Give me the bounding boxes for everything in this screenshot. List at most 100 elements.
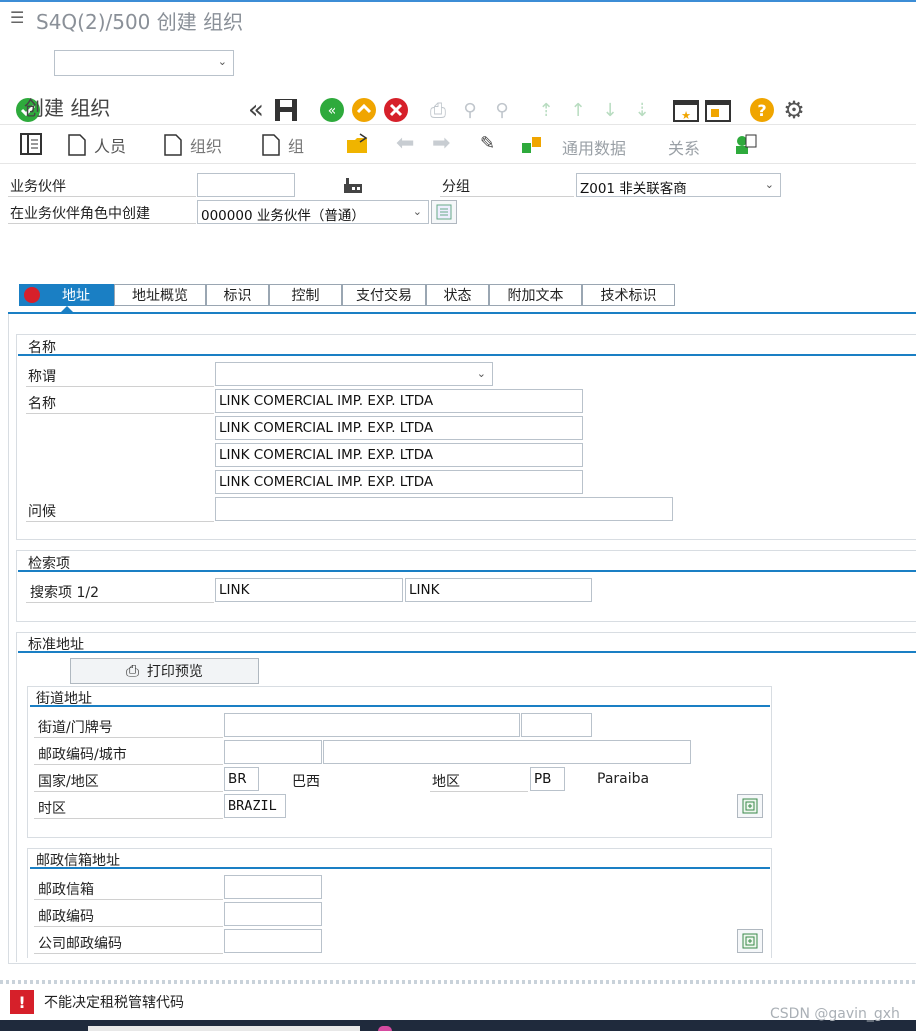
company-postal-code-field[interactable] xyxy=(224,929,322,953)
status-message[interactable]: 不能决定租税管辖代码 xyxy=(44,992,184,1012)
relations-button[interactable]: 关系 xyxy=(668,135,700,159)
chevron-down-icon: ⌄ xyxy=(412,205,422,218)
print-preview-button[interactable]: ⎙ 打印预览 xyxy=(70,658,259,684)
printer-icon: ⎙ xyxy=(126,661,139,680)
po-box-group xyxy=(27,848,772,958)
system-toolbar: ⌄ « « ⎙ ⚲ ⚲ ⇡ ↑ ↓ ⇣ ★ ? ⚙ xyxy=(0,44,916,125)
divider xyxy=(430,791,528,792)
person-button[interactable]: 人员 xyxy=(68,131,126,159)
salutation-select[interactable]: ⌄ xyxy=(215,362,493,386)
command-field[interactable]: ⌄ xyxy=(54,50,234,76)
search-term-1[interactable]: LINK xyxy=(215,578,403,602)
tab-label: 附加文本 xyxy=(507,288,564,304)
role-select[interactable]: 000000 业务伙伴（普通） ⌄ xyxy=(197,200,429,224)
divider xyxy=(34,764,223,765)
section-divider xyxy=(18,651,916,653)
error-icon: ! xyxy=(10,990,34,1014)
chevron-down-icon: ⌄ xyxy=(476,367,486,380)
country-label: 国家/地区 xyxy=(38,774,99,790)
tab-control[interactable]: 控制 xyxy=(269,284,342,306)
arrow-right-icon: ➡ xyxy=(432,131,451,156)
display-change-icon[interactable]: ✎ xyxy=(480,133,495,154)
divider xyxy=(34,818,223,819)
role-label: 在业务伙伴角色中创建 xyxy=(10,206,150,222)
city-field[interactable] xyxy=(323,740,691,764)
document-icon xyxy=(164,134,182,156)
section-divider xyxy=(30,705,770,707)
bp-label: 业务伙伴 xyxy=(10,179,66,195)
name-field-3[interactable]: LINK COMERCIAL IMP. EXP. LTDA xyxy=(215,443,583,467)
tab-status[interactable]: 状态 xyxy=(426,284,489,306)
expand-fields-icon xyxy=(742,798,758,814)
grouping-label: 分组 xyxy=(442,179,470,195)
divider xyxy=(440,196,574,197)
greeting-field[interactable] xyxy=(215,497,673,521)
divider xyxy=(26,386,214,387)
divider xyxy=(34,953,223,954)
role-details-button[interactable] xyxy=(431,200,457,224)
menu-icon[interactable]: ☰ xyxy=(10,8,24,27)
bp-input[interactable] xyxy=(197,173,295,197)
scroll-separator xyxy=(0,980,916,984)
po-postal-code-field[interactable] xyxy=(224,902,322,926)
more-po-box-fields-button[interactable] xyxy=(737,929,763,953)
tab-identification[interactable]: 标识 xyxy=(206,284,269,306)
tab-pointer xyxy=(60,306,74,313)
divider xyxy=(34,791,223,792)
organization-button[interactable]: 组织 xyxy=(164,131,222,159)
greeting-label: 问候 xyxy=(28,504,56,520)
watermark: CSDN @gavin_gxh xyxy=(770,1006,900,1022)
tab-additional-text[interactable]: 附加文本 xyxy=(489,284,582,306)
group-label: 组 xyxy=(288,137,305,156)
user-details-icon[interactable] xyxy=(734,133,758,159)
name-field-4[interactable]: LINK COMERCIAL IMP. EXP. LTDA xyxy=(215,470,583,494)
company-postal-code-label: 公司邮政编码 xyxy=(38,936,122,952)
document-icon xyxy=(262,134,280,156)
divider xyxy=(8,223,196,224)
expand-fields-icon xyxy=(742,933,758,949)
tab-address[interactable]: 地址 xyxy=(19,284,114,306)
more-address-fields-button[interactable] xyxy=(737,794,763,818)
tab-payment[interactable]: 支付交易 xyxy=(342,284,426,306)
group-button[interactable]: 组 xyxy=(262,131,304,159)
screen-layout-icon[interactable] xyxy=(20,133,42,159)
switch-icon[interactable] xyxy=(520,133,544,159)
divider xyxy=(8,196,196,197)
title-bar: ☰ S4Q(2)/500 创建 组织 xyxy=(0,0,916,36)
divider xyxy=(34,737,223,738)
street-field[interactable] xyxy=(224,713,520,737)
tab-address-overview[interactable]: 地址概览 xyxy=(114,284,206,306)
name-field-1[interactable]: LINK COMERCIAL IMP. EXP. LTDA xyxy=(215,389,583,413)
search-term-2[interactable]: LINK xyxy=(405,578,592,602)
section-divider xyxy=(18,354,916,356)
timezone-field[interactable]: BRAZIL xyxy=(224,794,286,818)
timezone-label: 时区 xyxy=(38,801,66,817)
taskbar-item xyxy=(88,1026,360,1031)
error-dot-icon xyxy=(24,287,40,303)
person-label: 人员 xyxy=(94,137,127,156)
po-box-label: 邮政信箱 xyxy=(38,882,94,898)
search-term-label: 搜索项 1/2 xyxy=(30,585,99,601)
po-postal-code-label: 邮政编码 xyxy=(38,909,94,925)
divider xyxy=(34,899,223,900)
postal-code-field[interactable] xyxy=(224,740,322,764)
house-number-field[interactable] xyxy=(521,713,592,737)
tab-label: 支付交易 xyxy=(356,288,412,304)
factory-icon[interactable] xyxy=(342,176,364,198)
po-box-field[interactable] xyxy=(224,875,322,899)
grouping-select[interactable]: Z001 非关联客商 ⌄ xyxy=(576,173,781,197)
taskbar-app-icon xyxy=(378,1026,392,1031)
page-title-bar: 创建 组织 xyxy=(0,88,916,124)
chevron-down-icon: ⌄ xyxy=(217,55,227,68)
country-field[interactable]: BR xyxy=(224,767,259,791)
open-folder-icon[interactable] xyxy=(346,133,370,159)
document-icon xyxy=(68,134,86,156)
salutation-label: 称谓 xyxy=(28,369,56,385)
name-field-2[interactable]: LINK COMERCIAL IMP. EXP. LTDA xyxy=(215,416,583,440)
page-title: 创建 组织 xyxy=(24,96,111,120)
tab-technical-id[interactable]: 技术标识 xyxy=(582,284,675,306)
general-data-button[interactable]: 通用数据 xyxy=(562,135,626,159)
region-field[interactable]: PB xyxy=(530,767,565,791)
section-divider xyxy=(18,570,916,572)
app-toolbar: 人员 组织 组 ⬅ ➡ ✎ 通用数据 关系 xyxy=(0,124,916,164)
